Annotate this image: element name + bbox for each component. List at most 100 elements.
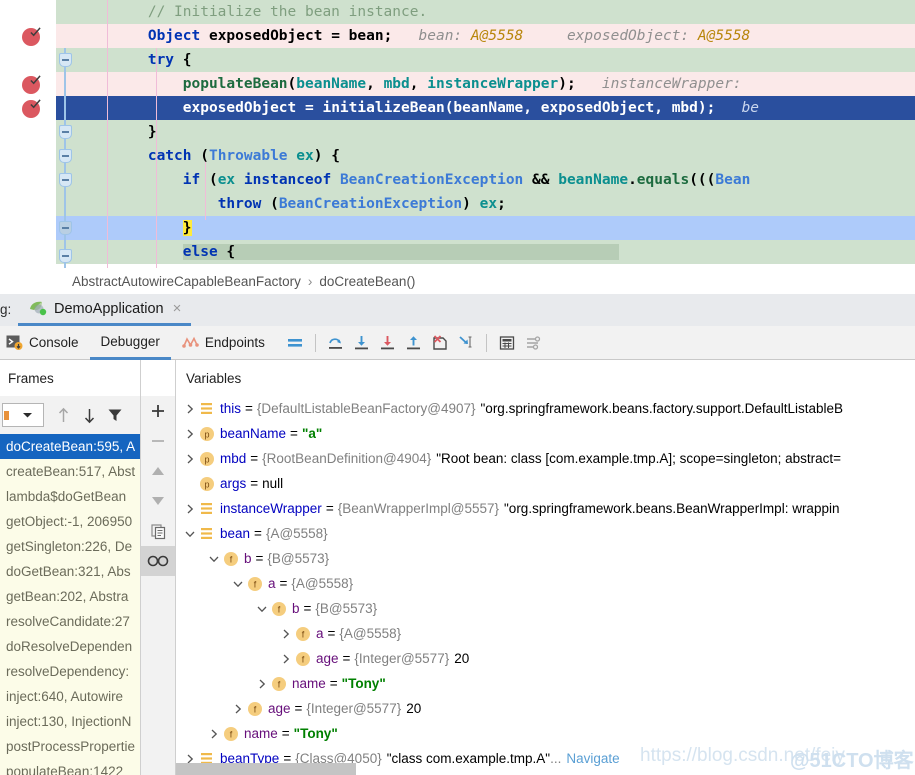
run-to-cursor-icon[interactable]: [453, 330, 479, 356]
chevron-right-icon[interactable]: [182, 501, 198, 517]
chevron-right-icon[interactable]: [182, 401, 198, 417]
breadcrumb-class[interactable]: AbstractAutowireCapableBeanFactory: [72, 274, 301, 289]
step-out-icon[interactable]: [401, 330, 427, 356]
breakpoint-marker[interactable]: [22, 99, 42, 120]
variable-row[interactable]: this = {DefaultListableBeanFactory@4907} "o…: [176, 396, 915, 421]
step-into-icon[interactable]: [349, 330, 375, 356]
fold-marker[interactable]: [59, 221, 72, 235]
code-line[interactable]: throw (BeanCreationException) ex;: [0, 192, 915, 216]
navigate-link[interactable]: Navigate: [566, 751, 619, 766]
frame-item[interactable]: resolveCandidate:27: [0, 609, 140, 634]
frame-item[interactable]: getBean:202, Abstra: [0, 584, 140, 609]
fold-column[interactable]: [50, 0, 78, 268]
chevron-right-icon[interactable]: [278, 626, 294, 642]
breadcrumb[interactable]: AbstractAutowireCapableBeanFactory › doC…: [0, 268, 915, 294]
force-step-into-icon[interactable]: [375, 330, 401, 356]
code-line[interactable]: exposedObject = initializeBean(beanName,…: [0, 96, 915, 120]
debugger-toolbar[interactable]: Console Debugger Endpoints: [0, 326, 915, 360]
chevron-down-icon[interactable]: [230, 576, 246, 592]
chevron-down-icon[interactable]: [206, 551, 222, 567]
run-configuration-tab[interactable]: DemoApplication ×: [18, 294, 192, 326]
move-up-icon[interactable]: [141, 456, 175, 486]
code-line[interactable]: try {: [0, 48, 915, 72]
thread-selector-dropdown[interactable]: [2, 403, 44, 427]
breakpoint-marker[interactable]: [22, 27, 42, 48]
variable-row[interactable]: bean = {A@5558}: [176, 521, 915, 546]
breakpoint-marker[interactable]: [22, 75, 42, 96]
variables-side-toolbar[interactable]: [141, 396, 175, 775]
code-line[interactable]: }: [0, 120, 915, 144]
tab-console[interactable]: Console: [0, 326, 90, 360]
chevron-right-icon[interactable]: [206, 726, 222, 742]
variable-row[interactable]: f b = {B@5573}: [176, 546, 915, 571]
variable-row[interactable]: f age = {Integer@5577} 20: [176, 696, 915, 721]
move-up-icon[interactable]: [50, 402, 76, 428]
code-line[interactable]: populateBean(beanName, mbd, instanceWrap…: [0, 72, 915, 96]
code-line[interactable]: }: [0, 216, 915, 240]
frame-item[interactable]: populateBean:1422: [0, 759, 140, 775]
variables-tree[interactable]: this = {DefaultListableBeanFactory@4907} "o…: [176, 396, 915, 775]
filter-icon[interactable]: [102, 402, 128, 428]
close-icon[interactable]: ×: [173, 300, 182, 317]
tab-debugger[interactable]: Debugger: [89, 326, 171, 360]
layout-settings-icon[interactable]: [282, 330, 308, 356]
move-down-icon[interactable]: [141, 486, 175, 516]
fold-marker[interactable]: [59, 173, 72, 187]
variable-row[interactable]: f a = {A@5558}: [176, 571, 915, 596]
run-config-name[interactable]: DemoApplication: [54, 301, 164, 317]
code-line[interactable]: if (ex instanceof BeanCreationException …: [0, 168, 915, 192]
step-over-icon[interactable]: [323, 330, 349, 356]
chevron-right-icon[interactable]: [278, 651, 294, 667]
frame-item[interactable]: inject:640, Autowire: [0, 684, 140, 709]
horizontal-scrollbar[interactable]: [176, 763, 356, 775]
variable-row[interactable]: instanceWrapper = {BeanWrapperImpl@5557} "o…: [176, 496, 915, 521]
code-editor[interactable]: // Initialize the bean instance. Object …: [0, 0, 915, 268]
chevron-down-icon[interactable]: [254, 601, 270, 617]
move-down-icon[interactable]: [76, 402, 102, 428]
variable-row[interactable]: f name = "Tony": [176, 721, 915, 746]
fold-marker[interactable]: [59, 53, 72, 67]
drop-frame-icon[interactable]: [427, 330, 453, 356]
variable-row[interactable]: f b = {B@5573}: [176, 596, 915, 621]
variable-row[interactable]: f age = {Integer@5577} 20: [176, 646, 915, 671]
variable-row[interactable]: p args = null: [176, 471, 915, 496]
frame-item[interactable]: doCreateBean:595, A: [0, 434, 140, 459]
evaluate-expression-icon[interactable]: [494, 330, 520, 356]
chevron-right-icon[interactable]: [230, 701, 246, 717]
chevron-right-icon[interactable]: [182, 451, 198, 467]
frame-item[interactable]: doGetBean:321, Abs: [0, 559, 140, 584]
chevron-right-icon[interactable]: [254, 676, 270, 692]
frame-item[interactable]: getSingleton:226, De: [0, 534, 140, 559]
frame-item[interactable]: getObject:-1, 206950: [0, 509, 140, 534]
remove-watch-icon[interactable]: [141, 426, 175, 456]
frame-item[interactable]: doResolveDependen: [0, 634, 140, 659]
copy-icon[interactable]: [141, 516, 175, 546]
variable-row[interactable]: f a = {A@5558}: [176, 621, 915, 646]
mute-breakpoints-icon[interactable]: [141, 546, 175, 576]
code-line[interactable]: catch (Throwable ex) {: [0, 144, 915, 168]
add-watch-icon[interactable]: [141, 396, 175, 426]
editor-gutter[interactable]: [0, 0, 56, 268]
code-line[interactable]: Object exposedObject = bean; bean: A@555…: [0, 24, 915, 48]
variable-row[interactable]: f name = "Tony": [176, 671, 915, 696]
fold-marker[interactable]: [59, 249, 72, 263]
breadcrumb-method[interactable]: doCreateBean(): [319, 274, 415, 289]
settings-icon[interactable]: [520, 330, 546, 356]
chevron-down-icon[interactable]: [182, 526, 198, 542]
tab-endpoints[interactable]: Endpoints: [171, 326, 276, 360]
fold-marker[interactable]: [59, 125, 72, 139]
frame-item[interactable]: inject:130, InjectionN: [0, 709, 140, 734]
toolbar-separator: [485, 333, 487, 352]
frames-toolbar[interactable]: [0, 396, 140, 434]
code-line[interactable]: // Initialize the bean instance.: [0, 0, 915, 24]
code-line[interactable]: else {: [0, 240, 915, 264]
frame-item[interactable]: createBean:517, Abst: [0, 459, 140, 484]
frame-item[interactable]: resolveDependency:: [0, 659, 140, 684]
variable-row[interactable]: p beanName = "a": [176, 421, 915, 446]
fold-marker[interactable]: [59, 149, 72, 163]
variable-row[interactable]: p mbd = {RootBeanDefinition@4904} "Root bean…: [176, 446, 915, 471]
frame-item[interactable]: postProcessPropertie: [0, 734, 140, 759]
frame-item[interactable]: lambda$doGetBean: [0, 484, 140, 509]
chevron-right-icon[interactable]: [182, 426, 198, 442]
frames-list[interactable]: doCreateBean:595, A createBean:517, Abst l…: [0, 434, 140, 775]
